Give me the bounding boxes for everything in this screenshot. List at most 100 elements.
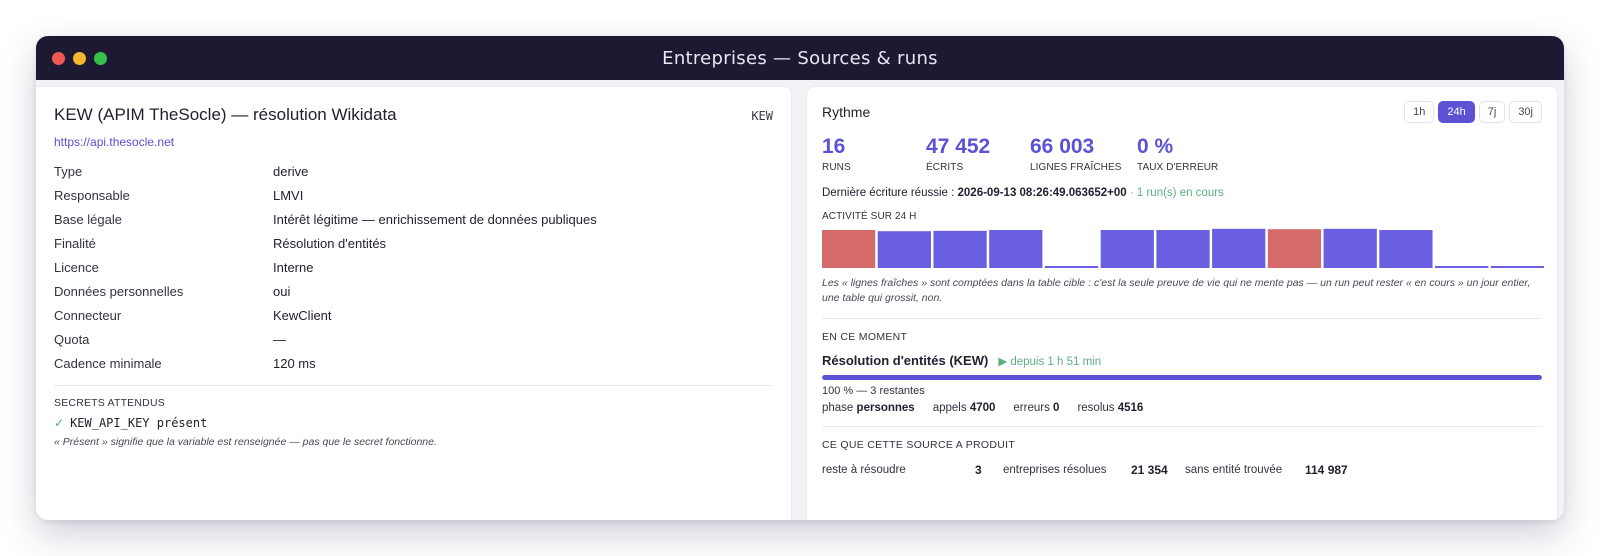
prop-label: Finalité	[54, 235, 96, 251]
range-button-24h[interactable]: 24h	[1438, 101, 1475, 123]
activity-bar	[1490, 266, 1544, 268]
prop-row-donnees-personnelles: Données personnelles oui	[54, 279, 773, 303]
activity-bar	[989, 230, 1043, 268]
prop-value: Intérêt légitime — enrichissement de don…	[273, 211, 597, 227]
secrets-heading: SECRETS ATTENDUS	[54, 397, 165, 409]
rhythm-panel: Rythme 1h 24h 7j 30j 16 RUNS 47 452 ÉCRI…	[806, 86, 1558, 520]
activity-bar	[933, 230, 987, 268]
source-title: KEW (APIM TheSocle) — résolution Wikidat…	[54, 105, 397, 124]
prop-row-responsable: Responsable LMVI	[54, 183, 773, 207]
divider	[54, 385, 773, 386]
prop-label: Données personnelles	[54, 283, 184, 299]
prop-row-licence: Licence Interne	[54, 255, 773, 279]
runs-in-progress: · 1 run(s) en cours	[1129, 187, 1224, 199]
main-content: KEW (APIM TheSocle) — résolution Wikidat…	[36, 80, 1564, 520]
run-name: Résolution d'entités (KEW)	[822, 353, 989, 368]
produced-label: entreprises résolues	[1003, 464, 1107, 476]
progress-text: 100 % — 3 restantes	[822, 385, 925, 397]
activity-label: ACTIVITÉ SUR 24 H	[822, 211, 917, 222]
prop-value: —	[273, 331, 286, 347]
app-window: Entreprises — Sources & runs KEW (APIM T…	[36, 36, 1564, 520]
activity-bar	[1156, 230, 1210, 268]
source-url-link[interactable]: https://api.thesocle.net	[54, 135, 174, 149]
prop-label: Type	[54, 163, 83, 179]
activity-bar	[1435, 266, 1489, 268]
prop-row-connecteur: Connecteur KewClient	[54, 303, 773, 327]
secrets-note: « Présent » signifie que la variable est…	[54, 436, 437, 448]
produced-label: reste à résoudre	[822, 464, 906, 476]
prop-value: LMVI	[273, 187, 304, 203]
last-write-prefix: Dernière écriture réussie :	[822, 187, 955, 199]
metric-label: phase	[822, 402, 854, 414]
produced-row: reste à résoudre 3 entreprises résolues …	[822, 463, 1542, 477]
stat-value: 16	[822, 135, 846, 158]
prop-row-base-legale: Base légale Intérêt légitime — enrichiss…	[54, 207, 773, 231]
stat-ecrits: 47 452 ÉCRITS	[926, 135, 1030, 173]
range-button-30j[interactable]: 30j	[1509, 101, 1542, 123]
stats-row: 16 RUNS 47 452 ÉCRITS 66 003 LIGNES FRAÎ…	[822, 135, 1542, 173]
current-run: Résolution d'entités (KEW) ▶ depuis 1 h …	[822, 353, 1542, 368]
last-write-line: Dernière écriture réussie : 2026-09-13 0…	[822, 187, 1542, 199]
activity-bar	[1044, 266, 1099, 268]
activity-bar	[1267, 229, 1322, 268]
stat-value: 66 003	[1030, 135, 1095, 158]
metric-value: 4516	[1117, 402, 1144, 414]
produced-value: 21 354	[1131, 463, 1168, 477]
prop-row-type: Type derive	[54, 159, 773, 183]
prop-value: Interne	[273, 259, 314, 275]
prop-label: Quota	[54, 331, 90, 347]
stat-label: RUNS	[822, 162, 851, 173]
metric-resolved: resolus 4516	[1077, 402, 1143, 414]
produced-label: sans entité trouvée	[1185, 464, 1283, 476]
prop-value: Résolution d'entités	[273, 235, 387, 251]
range-button-7j[interactable]: 7j	[1478, 101, 1506, 123]
metric-label: appels	[932, 402, 967, 414]
prop-label: Cadence minimale	[54, 355, 162, 371]
rhythm-title: Rythme	[822, 104, 871, 120]
prop-label: Responsable	[54, 187, 130, 203]
metric-value: personnes	[856, 402, 915, 414]
title-bar: Entreprises — Sources & runs	[36, 36, 1564, 80]
prop-label: Licence	[54, 259, 99, 275]
rhythm-header: Rythme 1h 24h 7j 30j	[822, 101, 1542, 123]
range-selector: 1h 24h 7j 30j	[1404, 101, 1542, 123]
last-write-timestamp: 2026-09-13 08:26:49.063652+00	[957, 187, 1127, 199]
close-dot-icon[interactable]	[52, 52, 65, 65]
activity-bar	[822, 230, 876, 268]
window-controls	[52, 52, 107, 65]
stat-value: 0 %	[1137, 135, 1174, 158]
minimize-dot-icon[interactable]	[73, 52, 86, 65]
divider	[822, 426, 1542, 427]
stat-runs: 16 RUNS	[822, 135, 926, 173]
now-heading: EN CE MOMENT	[822, 331, 908, 343]
stat-lignes-fraiches: 66 003 LIGNES FRAÎCHES	[1030, 135, 1137, 173]
check-icon: ✓	[54, 416, 65, 430]
source-code: KEW	[751, 109, 773, 123]
run-progress-bar	[822, 375, 1542, 380]
stat-label: ÉCRITS	[926, 162, 964, 173]
maximize-dot-icon[interactable]	[94, 52, 107, 65]
activity-bar	[1379, 230, 1433, 268]
produced-value: 114 987	[1305, 463, 1348, 477]
activity-bar	[1212, 228, 1266, 268]
secret-name: KEW_API_KEY présent	[70, 416, 208, 430]
stat-label: LIGNES FRAÎCHES	[1030, 162, 1122, 173]
run-since: ▶ depuis 1 h 51 min	[998, 355, 1102, 368]
prop-label: Base légale	[54, 211, 122, 227]
range-button-1h[interactable]: 1h	[1404, 101, 1435, 123]
source-properties: Type derive Responsable LMVI Base légale…	[54, 159, 773, 375]
activity-bar	[1323, 228, 1377, 268]
produced-heading: CE QUE CETTE SOURCE A PRODUIT	[822, 439, 1016, 451]
stat-label: TAUX D'ERREUR	[1137, 162, 1219, 173]
activity-chart	[822, 228, 1544, 268]
metric-label: erreurs	[1013, 402, 1050, 414]
prop-row-quota: Quota —	[54, 327, 773, 351]
metric-phase: phase personnes	[822, 402, 915, 414]
prop-row-cadence: Cadence minimale 120 ms	[54, 351, 773, 375]
prop-value: derive	[273, 163, 309, 179]
activity-bar	[877, 231, 931, 268]
secret-item: ✓ KEW_API_KEY présent	[54, 416, 773, 430]
metric-errors: erreurs 0	[1013, 402, 1059, 414]
activity-bar	[1100, 230, 1154, 268]
source-header: KEW (APIM TheSocle) — résolution Wikidat…	[54, 105, 773, 125]
